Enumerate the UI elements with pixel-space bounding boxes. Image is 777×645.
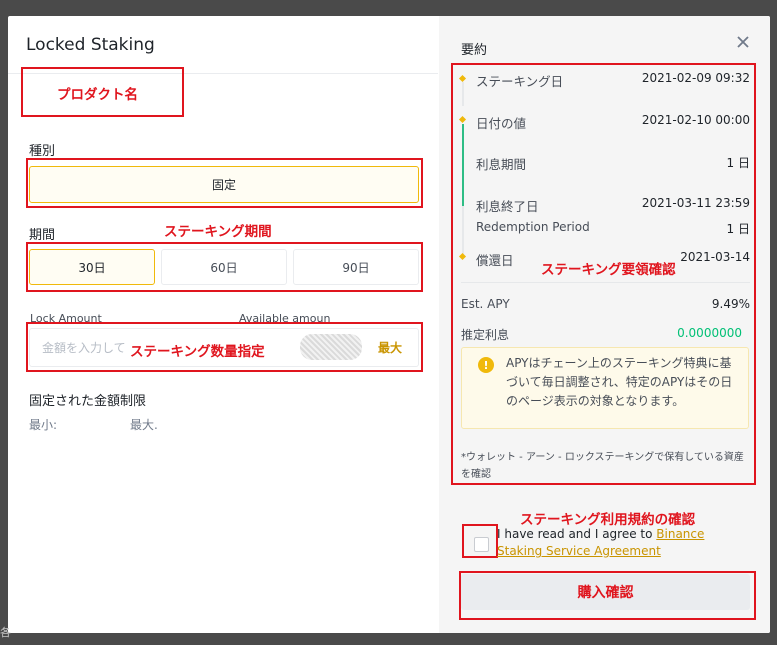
period-annotation-box [26,242,423,292]
type-annotation-box [26,158,423,208]
summary-panel: 要約 ステーキング日 2021-02-09 09:32 日付の値 2021-02… [439,16,770,633]
redemption-period-row: Redemption Period 1 日 [476,220,750,236]
close-icon[interactable] [735,34,751,50]
max-limit-label: 最大. [130,418,158,432]
redemption-period-label: Redemption Period [476,220,590,234]
timeline-line-segment [462,82,464,106]
timeline-interest-segment [462,124,464,206]
amount-limit-title: 固定された金額制限 [29,394,147,409]
period-label: 期間 [29,228,56,243]
modal-title: Locked Staking [26,35,155,55]
interest-period-label: 利息期間 [476,157,527,172]
redemption-period-value: 1 日 [726,222,750,236]
estimated-interest-label: 推定利息 [461,328,510,342]
apy-notice-text: APYはチェーン上のステーキング特典に基づいて毎日調整され、特定のAPYはその日… [506,356,733,408]
apy-label: Est. APY [461,297,510,311]
interest-end-label: 利息終了日 [476,199,539,214]
value-date-label: 日付の値 [476,116,527,131]
summary-annotation: ステーキング要領確認 [541,262,676,278]
interest-period-value: 1 日 [726,156,750,170]
apy-row: Est. APY 9.49% [461,297,750,311]
agreement-text: I have read and I agree to Binance Staki… [497,526,747,560]
asset-check-footnote: *ウォレット - アーン - ロックステーキングで保有している資産を確認 [461,452,744,480]
apy-value: 9.49% [711,297,750,311]
redemption-date-value: 2021-03-14 [680,250,750,264]
type-label: 種別 [29,144,56,159]
staking-date-value: 2021-02-09 09:32 [641,71,750,85]
min-limit-label: 最小: [29,418,58,432]
interest-end-value: 2021-03-11 23:59 [641,196,750,210]
redemption-date-label: 償還日 [476,253,514,268]
interest-end-row: 利息終了日 2021-03-11 23:59 [476,196,750,215]
background-edge-text: 各 [0,626,11,639]
staking-date-label: ステーキング日 [476,74,564,89]
estimated-interest-row: 推定利息 0.0000000 [461,326,750,343]
staking-form-panel: Locked Staking プロダクト名 種別 固定 ステーキング期間 期間 … [8,16,438,633]
amount-annotation: ステーキング数量指定 [130,344,265,360]
summary-divider [461,282,750,283]
summary-title: 要約 [461,43,488,58]
terms-annotation: ステーキング利用規約の確認 [520,512,696,528]
product-name-annotation: プロダクト名 [57,87,138,103]
confirm-annotation-box [459,571,756,620]
agreement-label: I have read and I agree to [497,527,657,541]
value-date-value: 2021-02-10 00:00 [641,113,750,127]
interest-period-row: 利息期間 1 日 [476,154,750,173]
staking-modal: Locked Staking プロダクト名 種別 固定 ステーキング期間 期間 … [8,16,770,633]
staking-date-row: ステーキング日 2021-02-09 09:32 [476,71,750,90]
agreement-checkbox[interactable] [474,537,489,552]
estimated-interest-value: 0.0000000 [677,326,742,340]
apy-notice: ! APYはチェーン上のステーキング特典に基づいて毎日調整され、特定のAPYはそ… [461,347,749,429]
staking-period-annotation: ステーキング期間 [164,224,272,240]
info-icon: ! [478,357,494,373]
value-date-row: 日付の値 2021-02-10 00:00 [476,113,750,132]
timeline-line-segment [462,206,464,254]
